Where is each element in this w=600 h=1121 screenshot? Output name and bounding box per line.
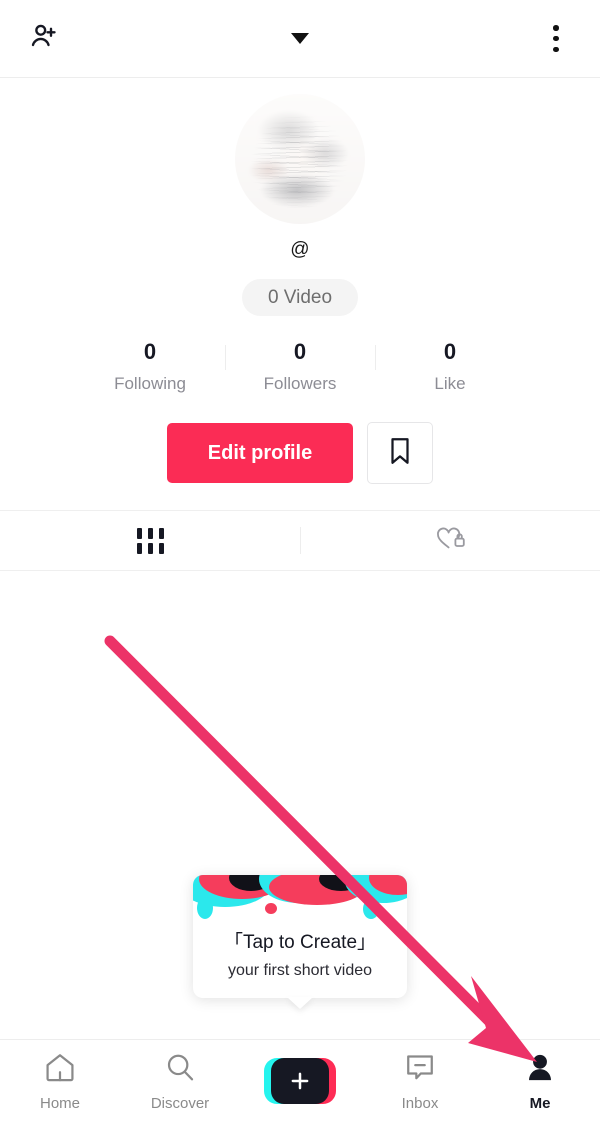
create-first-video-tooltip[interactable]: 「Tap to Create」 your first short video xyxy=(193,875,407,1009)
chevron-down-icon xyxy=(291,33,309,44)
profile-actions: Edit profile xyxy=(167,422,433,485)
blob-cyan-drop-right xyxy=(363,899,379,920)
profile-tabs xyxy=(0,510,600,572)
search-icon xyxy=(163,1051,197,1088)
account-switcher-button[interactable] xyxy=(278,19,322,59)
create-plus-icon xyxy=(271,1057,329,1104)
tooltip-title: 「Tap to Create」 xyxy=(223,932,377,954)
stat-value: 0 xyxy=(293,339,307,364)
stat-label: Followers xyxy=(263,374,337,394)
tab-videos[interactable] xyxy=(0,511,300,570)
profile-content-empty: 「Tap to Create」 your first short video xyxy=(0,571,600,1039)
three-dot-menu-icon xyxy=(553,25,559,52)
stat-followers[interactable]: 0 Followers xyxy=(225,339,375,394)
more-options-button[interactable] xyxy=(536,17,576,61)
profile-section: @ 0 Video 0 Following 0 Followers 0 Like… xyxy=(0,78,600,485)
stat-label: Like xyxy=(434,374,466,394)
nav-item-me[interactable]: Me xyxy=(480,1040,600,1121)
profile-header xyxy=(0,0,600,78)
tab-liked[interactable] xyxy=(300,511,600,570)
bottom-navigation: Home Discover Inbox Me xyxy=(0,1039,600,1121)
create-button[interactable] xyxy=(264,1057,336,1104)
person-icon xyxy=(523,1051,557,1088)
profile-handle: @ xyxy=(290,239,310,260)
tooltip-text: 「Tap to Create」 your first short video xyxy=(193,921,407,998)
nav-label: Me xyxy=(529,1094,551,1112)
home-icon xyxy=(43,1051,77,1088)
stat-likes[interactable]: 0 Like xyxy=(375,339,525,394)
bookmark-button[interactable] xyxy=(367,422,433,485)
video-count-badge[interactable]: 0 Video xyxy=(241,279,359,316)
inbox-message-icon xyxy=(403,1051,437,1088)
blob-red-dot xyxy=(265,903,277,915)
add-friends-button[interactable] xyxy=(22,17,66,61)
nav-label: Inbox xyxy=(401,1094,439,1112)
avatar[interactable] xyxy=(235,94,365,224)
nav-item-discover[interactable]: Discover xyxy=(120,1040,240,1121)
avatar-redaction-streaks-secondary xyxy=(235,94,365,224)
blob-cyan-drop-left xyxy=(197,897,213,920)
nav-label: Home xyxy=(39,1094,80,1112)
nav-item-inbox[interactable]: Inbox xyxy=(360,1040,480,1121)
tiktok-profile-screen: @ 0 Video 0 Following 0 Followers 0 Like… xyxy=(0,0,600,1121)
locked-heart-icon xyxy=(433,523,467,558)
stat-label: Following xyxy=(114,374,186,394)
grid-icon xyxy=(136,527,164,554)
stat-value: 0 xyxy=(443,339,457,364)
profile-stats: 0 Following 0 Followers 0 Like xyxy=(0,339,600,394)
tooltip-subtitle: your first short video xyxy=(227,962,373,979)
tooltip-pointer xyxy=(287,997,313,1009)
nav-item-home[interactable]: Home xyxy=(0,1040,120,1121)
stat-value: 0 xyxy=(143,339,157,364)
person-add-icon xyxy=(29,21,59,56)
bookmark-icon xyxy=(387,436,413,471)
tooltip-decoration-art xyxy=(193,875,407,922)
nav-label: Discover xyxy=(150,1094,210,1112)
nav-item-create[interactable] xyxy=(240,1040,360,1121)
stat-following[interactable]: 0 Following xyxy=(75,339,225,394)
edit-profile-button[interactable]: Edit profile xyxy=(167,423,353,484)
